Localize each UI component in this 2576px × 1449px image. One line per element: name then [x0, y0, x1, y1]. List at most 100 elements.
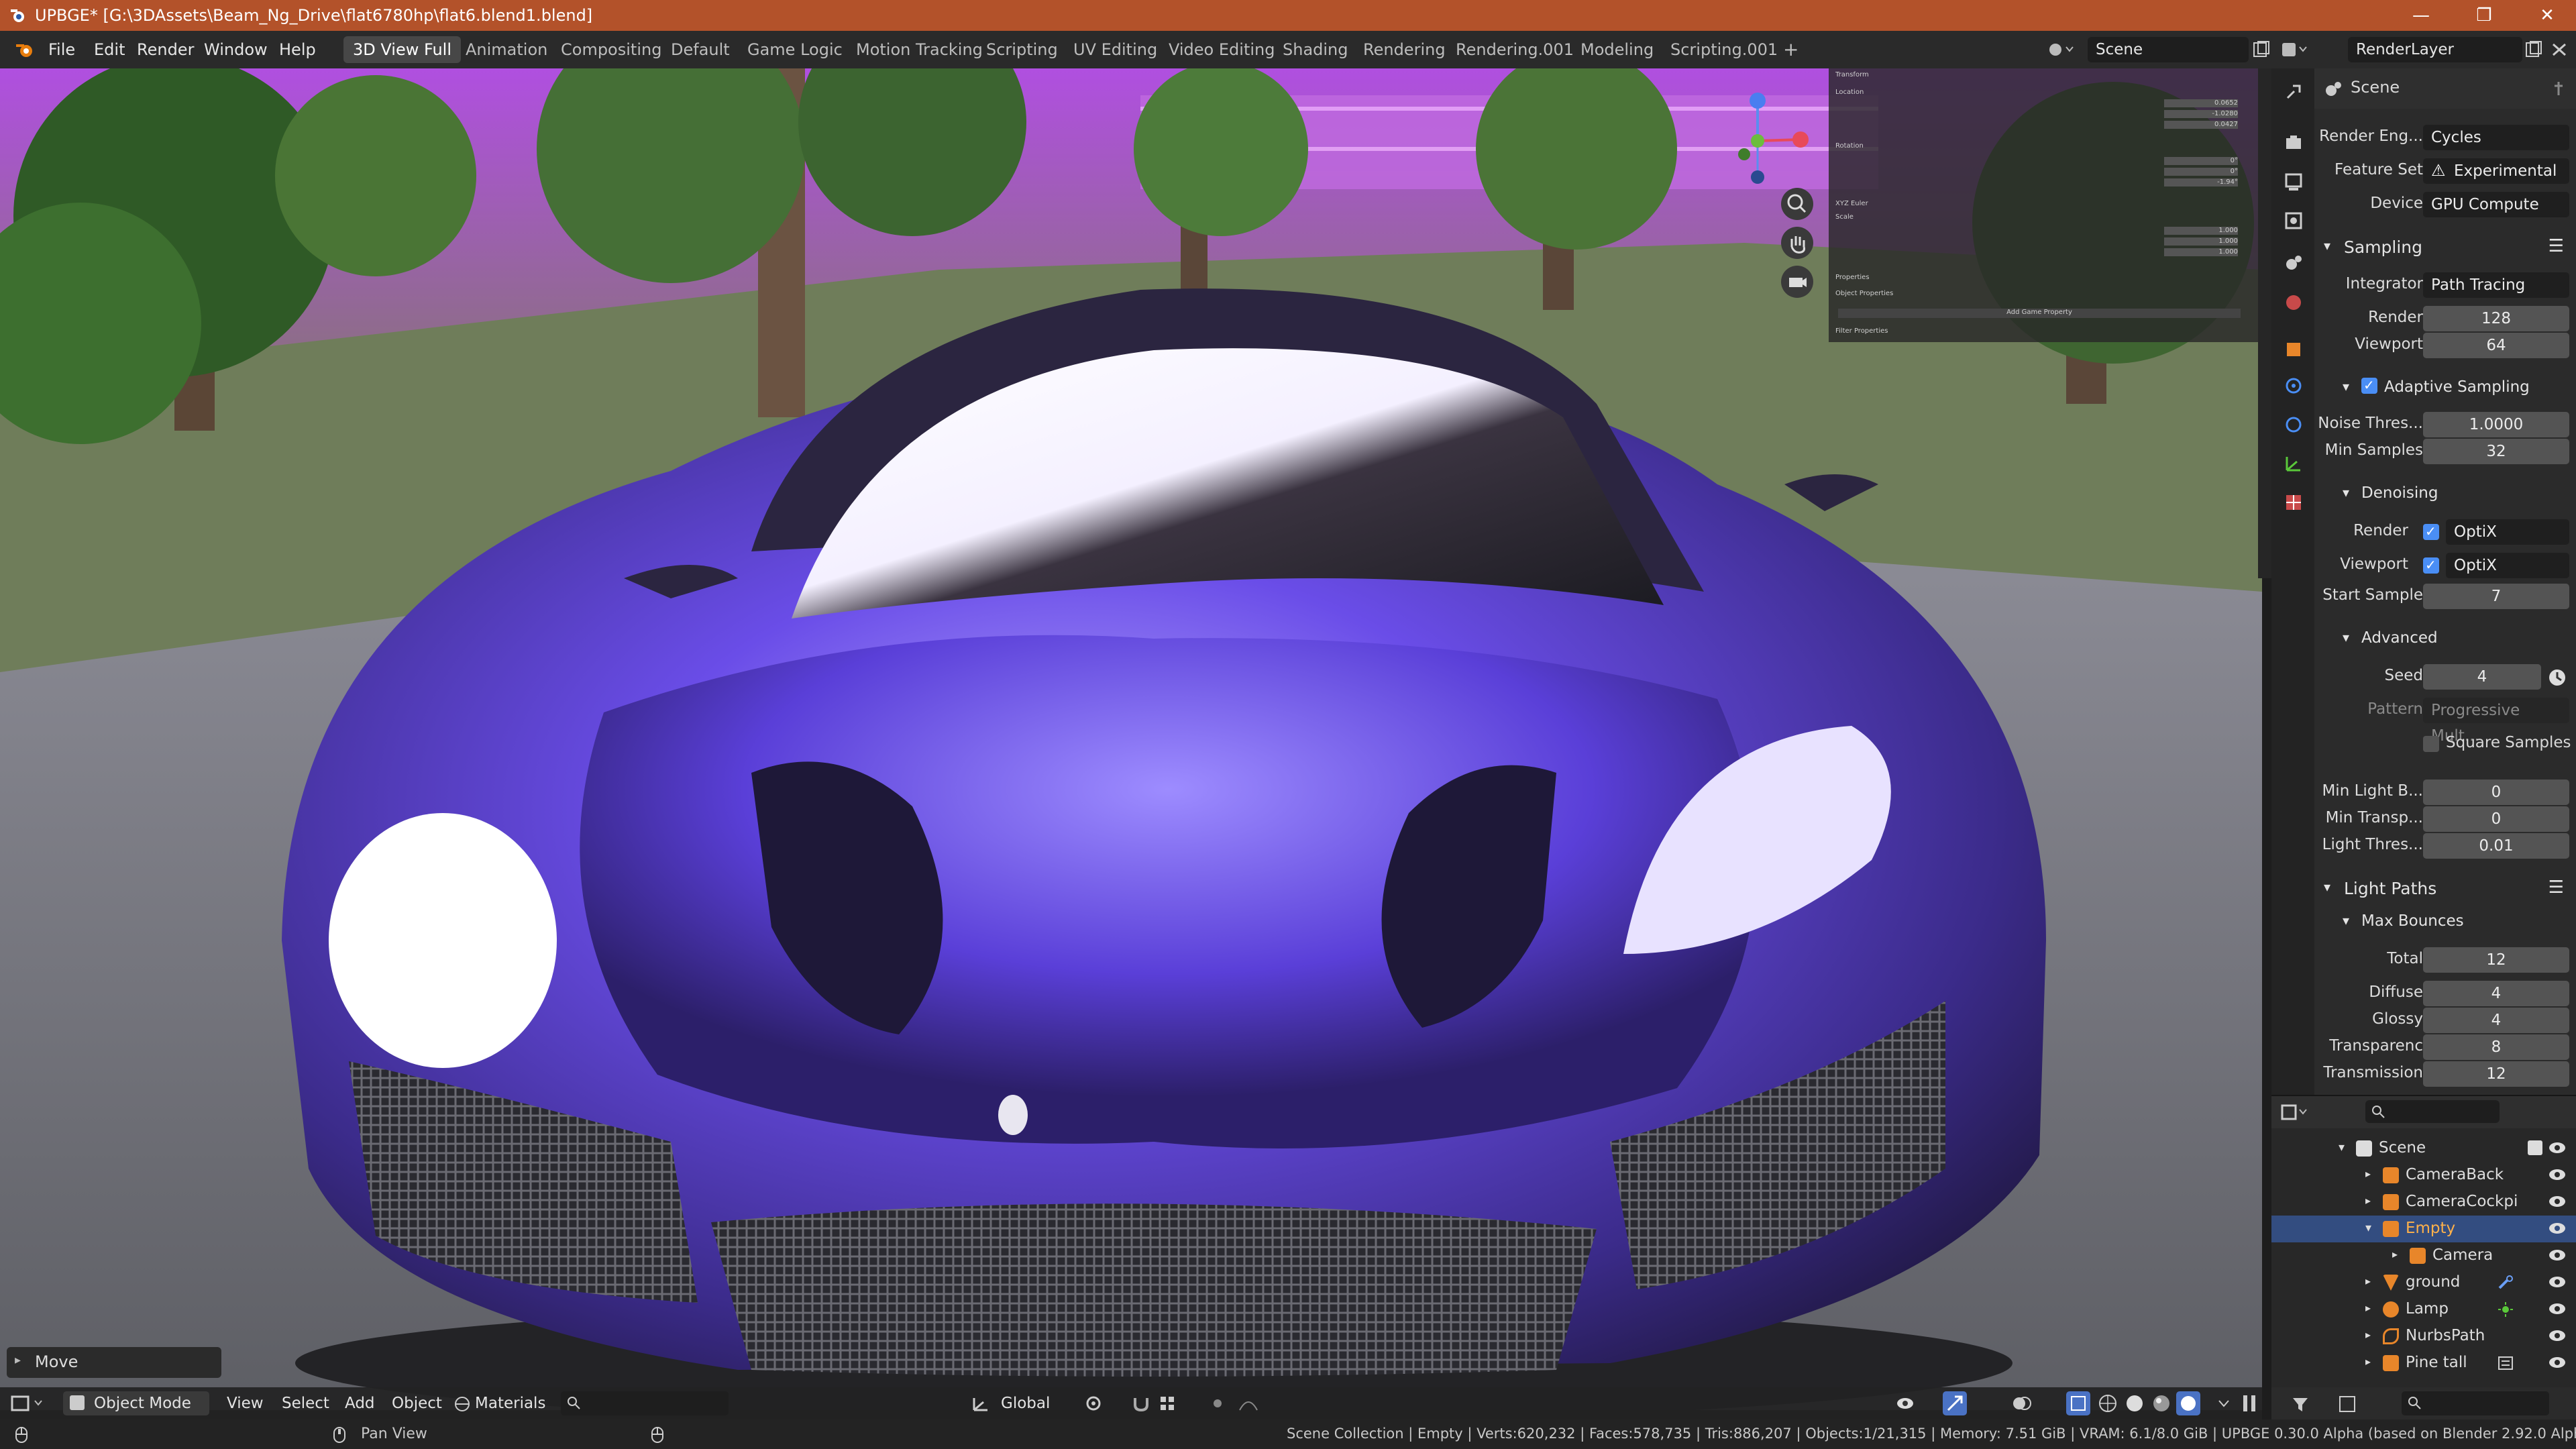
- menu-select[interactable]: Select: [275, 1391, 336, 1415]
- properties-header[interactable]: Properties: [1835, 274, 1870, 281]
- display-mode-icon[interactable]: [2339, 1395, 2365, 1413]
- outliner-row-cameraback[interactable]: ▸ CameraBack: [2271, 1162, 2576, 1189]
- advanced-header[interactable]: ▾ Advanced: [2314, 624, 2576, 655]
- tab-motion-tracking[interactable]: Motion Tracking: [847, 36, 992, 63]
- overlays-icon[interactable]: [2010, 1391, 2034, 1415]
- texture-tab-icon[interactable]: [2284, 492, 2304, 513]
- outliner-row-lamp[interactable]: ▸ Lamp: [2271, 1296, 2576, 1323]
- scale-y-field[interactable]: 1.000: [2164, 237, 2238, 246]
- viewport-samples-field[interactable]: 64: [2423, 333, 2569, 358]
- adaptive-sampling-header[interactable]: ▾ Adaptive Sampling: [2314, 373, 2576, 404]
- presets-list-icon[interactable]: ☰: [2548, 236, 2564, 256]
- properties-search-input[interactable]: [2402, 1391, 2549, 1415]
- tab-shading[interactable]: Shading: [1273, 36, 1358, 63]
- pivot-point-icon[interactable]: [1084, 1394, 1114, 1413]
- tool-tab-icon[interactable]: [2284, 82, 2304, 102]
- exclude-checkbox[interactable]: [2528, 1140, 2542, 1155]
- pan-hand-icon[interactable]: [1781, 227, 1813, 259]
- menu-file[interactable]: File: [42, 38, 82, 62]
- denoise-render-dropdown[interactable]: OptiX: [2446, 519, 2569, 545]
- data-tab-icon[interactable]: [2284, 453, 2304, 474]
- location-y-field[interactable]: -1.0280: [2164, 110, 2238, 118]
- expand-arrow-icon[interactable]: ▸: [2365, 1275, 2371, 1287]
- scene-selector-icon[interactable]: [2047, 40, 2074, 59]
- solid-shading-icon[interactable]: [2123, 1391, 2147, 1415]
- location-x-field[interactable]: 0.0652: [2164, 99, 2238, 107]
- transparency-bounces-field[interactable]: 8: [2423, 1034, 2569, 1060]
- rotation-y-field[interactable]: 0°: [2164, 168, 2238, 176]
- tab-compositing[interactable]: Compositing: [551, 36, 671, 63]
- zoom-icon[interactable]: [1781, 188, 1813, 220]
- light-paths-panel-header[interactable]: ▾ Light Paths ☰: [2314, 873, 2576, 904]
- denoise-viewport-dropdown[interactable]: OptiX: [2446, 553, 2569, 578]
- view-layer-tab-icon[interactable]: [2284, 211, 2304, 231]
- eye-icon[interactable]: [2548, 1301, 2567, 1316]
- constraints-tab-icon[interactable]: [2284, 415, 2304, 435]
- operator-panel-move[interactable]: ▸ Move: [7, 1347, 221, 1378]
- editor-type-icon[interactable]: [11, 1394, 48, 1413]
- tab-scripting-001[interactable]: Scripting.001: [1661, 36, 1787, 63]
- eye-icon[interactable]: [2548, 1275, 2567, 1289]
- menu-help[interactable]: Help: [272, 38, 323, 62]
- transform-orientation-dropdown[interactable]: Global: [994, 1391, 1057, 1415]
- eye-icon[interactable]: [2548, 1248, 2567, 1263]
- min-light-bounces-field[interactable]: 0: [2423, 780, 2569, 805]
- render-engine-dropdown[interactable]: Cycles: [2423, 125, 2569, 150]
- eye-icon[interactable]: [2548, 1221, 2567, 1236]
- wireframe-shading-icon[interactable]: [2096, 1391, 2120, 1415]
- transmission-bounces-field[interactable]: 12: [2423, 1061, 2569, 1087]
- restore-icon[interactable]: ❐: [2455, 0, 2513, 31]
- render-samples-field[interactable]: 128: [2423, 306, 2569, 331]
- total-bounces-field[interactable]: 12: [2423, 947, 2569, 973]
- viewport-search-input[interactable]: [561, 1391, 729, 1415]
- tab-3d-view-full[interactable]: 3D View Full: [343, 36, 461, 63]
- object-properties-header[interactable]: Object Properties: [1835, 290, 1893, 297]
- sampling-panel-header[interactable]: ▾ Sampling ☰: [2314, 232, 2576, 263]
- menu-render[interactable]: Render: [130, 38, 201, 62]
- expand-arrow-icon[interactable]: ▾: [2339, 1140, 2345, 1155]
- rotation-mode-field[interactable]: XYZ Euler: [1835, 200, 1868, 207]
- renderlayer-selector-icon[interactable]: [2281, 40, 2308, 59]
- tab-game-logic[interactable]: Game Logic: [738, 36, 852, 63]
- xray-toggle-icon[interactable]: [2066, 1391, 2090, 1415]
- collection-instance-icon[interactable]: [2497, 1355, 2514, 1371]
- glossy-bounces-field[interactable]: 4: [2423, 1008, 2569, 1033]
- outliner-row-scene[interactable]: ▾ Scene: [2271, 1135, 2576, 1162]
- light-data-icon[interactable]: [2497, 1301, 2514, 1318]
- denoise-viewport-checkbox[interactable]: [2423, 557, 2439, 574]
- tab-modeling[interactable]: Modeling: [1571, 36, 1663, 63]
- filter-properties-header[interactable]: Filter Properties: [1835, 327, 1888, 335]
- rendered-shading-icon[interactable]: [2176, 1391, 2200, 1415]
- menu-view[interactable]: View: [220, 1391, 270, 1415]
- editor-type-icon[interactable]: [2281, 1104, 2308, 1120]
- device-dropdown[interactable]: GPU Compute: [2423, 192, 2569, 217]
- min-samples-field[interactable]: 32: [2423, 439, 2569, 464]
- close-icon[interactable]: ✕: [2518, 0, 2576, 31]
- tab-scripting[interactable]: Scripting: [977, 36, 1067, 63]
- material-preview-shading-icon[interactable]: [2149, 1391, 2174, 1415]
- tab-uv-editing[interactable]: UV Editing: [1064, 36, 1167, 63]
- tab-rendering[interactable]: Rendering: [1354, 36, 1455, 63]
- rotation-z-field[interactable]: -1.94°: [2164, 178, 2238, 186]
- add-game-property-button[interactable]: Add Game Property: [1838, 309, 2241, 318]
- scene-tab-icon[interactable]: [2284, 252, 2304, 272]
- navigation-gizmo[interactable]: [1717, 74, 1825, 188]
- new-renderlayer-icon[interactable]: [2524, 40, 2544, 59]
- outliner-search-input[interactable]: [2365, 1100, 2500, 1123]
- eye-icon[interactable]: [2548, 1328, 2567, 1343]
- light-threshold-field[interactable]: 0.01: [2423, 833, 2569, 859]
- minimize-icon[interactable]: —: [2392, 0, 2450, 31]
- tab-rendering-001[interactable]: Rendering.001: [1446, 36, 1583, 63]
- expand-arrow-icon[interactable]: ▸: [2392, 1248, 2398, 1260]
- presets-list-icon[interactable]: ☰: [2548, 877, 2564, 898]
- outliner-row-pine-tall[interactable]: ▸ Pine tall: [2271, 1350, 2576, 1377]
- object-tab-icon[interactable]: [2284, 339, 2304, 360]
- expand-arrow-icon[interactable]: ▾: [2365, 1221, 2371, 1235]
- tab-animation[interactable]: Animation: [456, 36, 557, 63]
- menu-window[interactable]: Window: [197, 38, 274, 62]
- menu-object[interactable]: Object: [385, 1391, 449, 1415]
- seed-field[interactable]: 4: [2423, 664, 2541, 690]
- filter-icon[interactable]: [2292, 1395, 2318, 1413]
- snap-magnet-icon[interactable]: [1131, 1394, 1151, 1413]
- eye-icon[interactable]: [2548, 1167, 2567, 1182]
